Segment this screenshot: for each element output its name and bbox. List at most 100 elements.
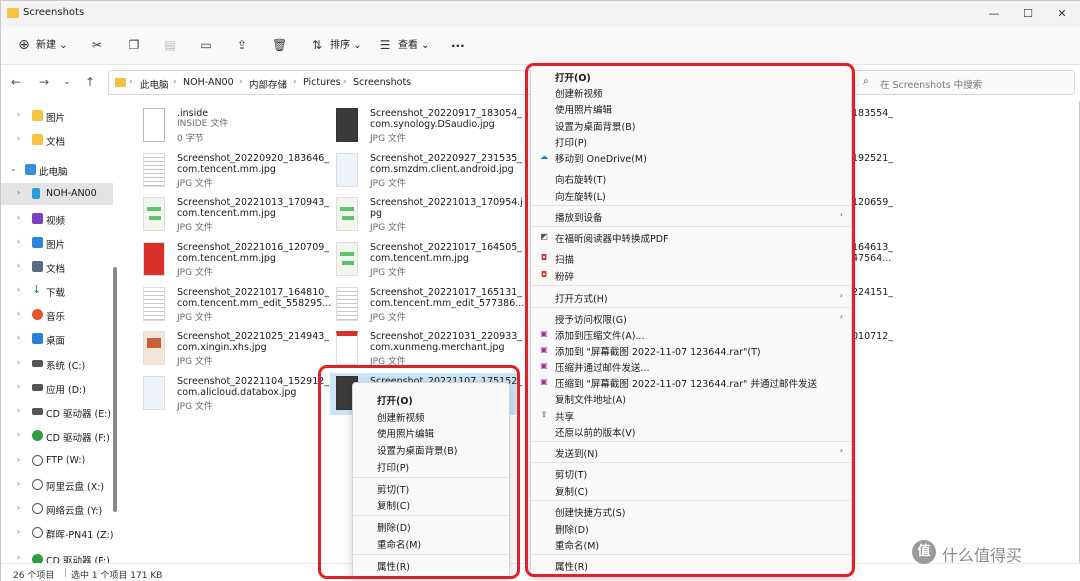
sidebar-item-cd-f[interactable]: › CD 驱动器 (F:) [1, 425, 113, 447]
chevron-right-icon[interactable]: › [17, 455, 20, 464]
breadcrumb-device[interactable]: NOH-AN00 [183, 77, 234, 88]
sidebar-item-downloads[interactable]: › ↓ 下载 [1, 280, 113, 302]
file-item[interactable]: Screenshot_20221016_120709_ com.tencent.… [137, 239, 329, 281]
delete-icon[interactable]: 🗑 [272, 37, 287, 53]
menu-item-rename[interactable]: 重命名(M) [531, 536, 851, 552]
sidebar-item-desktop[interactable]: › 桌面 [1, 328, 113, 350]
file-item[interactable]: Screenshot_20220927_231535_ com.smzdm.cl… [330, 150, 522, 192]
menu-item-rotate-left[interactable]: 向左旋转(L) [531, 187, 851, 203]
chevron-right-icon[interactable]: › [17, 110, 20, 119]
menu-item-open[interactable]: 打开(O) [531, 68, 851, 84]
search-box[interactable]: ⌕ 在 Screenshots 中搜索 [853, 70, 1075, 95]
sidebar-item-videos[interactable]: › 视频 [1, 208, 113, 230]
menu-item-rename[interactable]: 重命名(M) [353, 535, 509, 551]
menu-item-set-wallpaper[interactable]: 设置为桌面背景(B) [531, 117, 851, 133]
menu-item-copy-path[interactable]: 复制文件地址(A) [531, 390, 851, 406]
sidebar-item-drive-c[interactable]: › 系统 (C:) [1, 353, 113, 375]
chevron-right-icon[interactable]: › [17, 430, 20, 439]
menu-item-scan[interactable]: ◘ 扫描 [531, 250, 851, 266]
file-item[interactable]: Screenshot_20221025_214943_ com.xingin.x… [137, 328, 329, 370]
menu-item-move-onedrive[interactable]: ☁ 移动到 OneDrive(M) [531, 149, 851, 165]
rename-icon[interactable]: ▭ [199, 37, 213, 53]
chevron-right-icon[interactable]: › [17, 358, 20, 367]
file-item[interactable]: Screenshot_20221017_164810_ com.tencent.… [137, 284, 331, 326]
breadcrumb-this-pc[interactable]: 此电脑 [140, 77, 169, 91]
sidebar-item-aliyun-x[interactable]: › 阿里云盘 (X:) [1, 474, 113, 496]
chevron-right-icon[interactable]: › [17, 503, 20, 512]
menu-item-copy[interactable]: 复制(C) [353, 496, 509, 512]
file-item[interactable]: Screenshot_20221104_152912_ com.alicloud… [137, 373, 329, 415]
file-item[interactable]: .inside INSIDE 文件 0 字节 [137, 105, 327, 147]
paste-icon[interactable]: ▤ [163, 37, 177, 53]
file-item[interactable]: Screenshot_20220920_183646_ com.tencent.… [137, 150, 329, 192]
more-options-button[interactable]: ··· [451, 36, 465, 56]
menu-item-edit-photos[interactable]: 使用照片编辑 [353, 424, 509, 440]
menu-item-create-shortcut[interactable]: 创建快捷方式(S) [531, 503, 851, 519]
sidebar-item-cd-e[interactable]: › CD 驱动器 (E:) [1, 401, 113, 423]
chevron-right-icon[interactable]: › [17, 188, 20, 197]
chevron-right-icon[interactable]: › [17, 333, 20, 342]
chevron-right-icon[interactable]: › [17, 213, 20, 222]
sort-button[interactable]: 排序 ⌄ [330, 36, 362, 56]
chevron-right-icon[interactable]: › [17, 309, 20, 318]
back-arrow-icon[interactable]: ← [11, 75, 21, 89]
breadcrumb-internal-storage[interactable]: 内部存储 [249, 77, 287, 91]
chevron-right-icon[interactable]: › [17, 237, 20, 246]
file-item[interactable]: Screenshot_20221013_170943_ com.tencent.… [137, 194, 329, 236]
menu-item-rotate-right[interactable]: 向右旋转(T) [531, 170, 851, 186]
sidebar-item-noh-an00[interactable]: › NOH-AN00 [1, 183, 113, 205]
menu-item-delete[interactable]: 删除(D) [353, 518, 509, 534]
menu-item-properties[interactable]: 属性(R) [531, 557, 851, 573]
menu-item-cut[interactable]: 剪切(T) [531, 465, 851, 481]
up-arrow-icon[interactable]: ↑ [85, 75, 95, 89]
menu-item-delete[interactable]: 删除(D) [531, 520, 851, 536]
sidebar-item-music[interactable]: › 音乐 [1, 304, 113, 326]
close-button[interactable]: ✕ [1045, 1, 1079, 27]
breadcrumb-screenshots[interactable]: Screenshots [353, 77, 411, 88]
menu-item-compress-email[interactable]: ▣ 压缩并通过邮件发送... [531, 358, 851, 374]
breadcrumb-pictures[interactable]: Pictures [303, 77, 341, 88]
forward-arrow-icon[interactable]: → [39, 75, 49, 89]
menu-item-add-to-archive[interactable]: ▣ 添加到压缩文件(A)... [531, 326, 851, 342]
chevron-right-icon[interactable]: › [17, 382, 20, 391]
chevron-down-icon[interactable]: ⌄ [10, 164, 17, 173]
menu-item-shred[interactable]: ◘ 粉碎 [531, 267, 851, 283]
menu-item-compress-rar-email[interactable]: ▣ 压缩到 "屏幕截图 2022-11-07 123644.rar" 并通过邮件发… [531, 374, 851, 390]
menu-item-properties[interactable]: 属性(R) [353, 557, 509, 573]
maximize-button[interactable]: ☐ [1011, 1, 1045, 27]
file-item[interactable]: Screenshot_20221017_165131_ com.tencent.… [330, 284, 524, 326]
menu-item-open-with[interactable]: 打开方式(H) › [531, 289, 851, 305]
cut-icon[interactable]: ✂ [90, 37, 104, 53]
file-item[interactable]: Screenshot_20221017_164505_ com.tencent.… [330, 239, 522, 281]
file-item[interactable]: Screenshot_20220917_183054_ com.synology… [330, 105, 522, 147]
sidebar-item-netdisk-y[interactable]: › 网络云盘 (Y:) [1, 498, 113, 520]
menu-item-copy[interactable]: 复制(C) [531, 482, 851, 498]
chevron-right-icon[interactable]: › [17, 553, 20, 562]
new-button[interactable]: 新建 ⌄ [36, 36, 68, 56]
minimize-button[interactable]: — [977, 1, 1011, 27]
menu-item-foxit-convert[interactable]: ◩ 在福昕阅读器中转换成PDF [531, 229, 851, 245]
sidebar-item-drive-d[interactable]: › 应用 (D:) [1, 377, 113, 399]
menu-item-open[interactable]: 打开(O) [353, 391, 509, 407]
recent-chevron-icon[interactable]: ⌄ [63, 77, 71, 87]
sidebar-item-cd-f-2[interactable]: › CD 驱动器 (F:) I [1, 553, 113, 563]
sidebar-item-documents-2[interactable]: › 文档 [1, 256, 113, 278]
chevron-right-icon[interactable]: › [17, 479, 20, 488]
sidebar-item-documents[interactable]: › 文档 [1, 129, 113, 151]
menu-item-cut[interactable]: 剪切(T) [353, 480, 509, 496]
menu-item-send-to[interactable]: 发送到(N) › [531, 444, 851, 460]
file-item[interactable]: Screenshot_20221031_220933_ com.xunmeng.… [330, 328, 522, 370]
menu-item-set-wallpaper[interactable]: 设置为桌面背景(B) [353, 441, 509, 457]
menu-item-print[interactable]: 打印(P) [531, 133, 851, 149]
copy-icon[interactable]: ❐ [127, 37, 141, 53]
sidebar-scrollbar[interactable] [113, 267, 117, 512]
share-icon[interactable]: ⇪ [235, 37, 249, 53]
chevron-right-icon[interactable]: › [17, 285, 20, 294]
menu-item-restore-versions[interactable]: 还原以前的版本(V) [531, 423, 851, 439]
sidebar-item-ftp-w[interactable]: › FTP (W:) [1, 450, 113, 472]
chevron-right-icon[interactable]: › [17, 134, 20, 143]
chevron-right-icon[interactable]: › [17, 527, 20, 536]
chevron-right-icon[interactable]: › [17, 261, 20, 270]
menu-item-share[interactable]: ⇪ 共享 [531, 407, 851, 423]
menu-item-give-access[interactable]: 授予访问权限(G) › [531, 310, 851, 326]
